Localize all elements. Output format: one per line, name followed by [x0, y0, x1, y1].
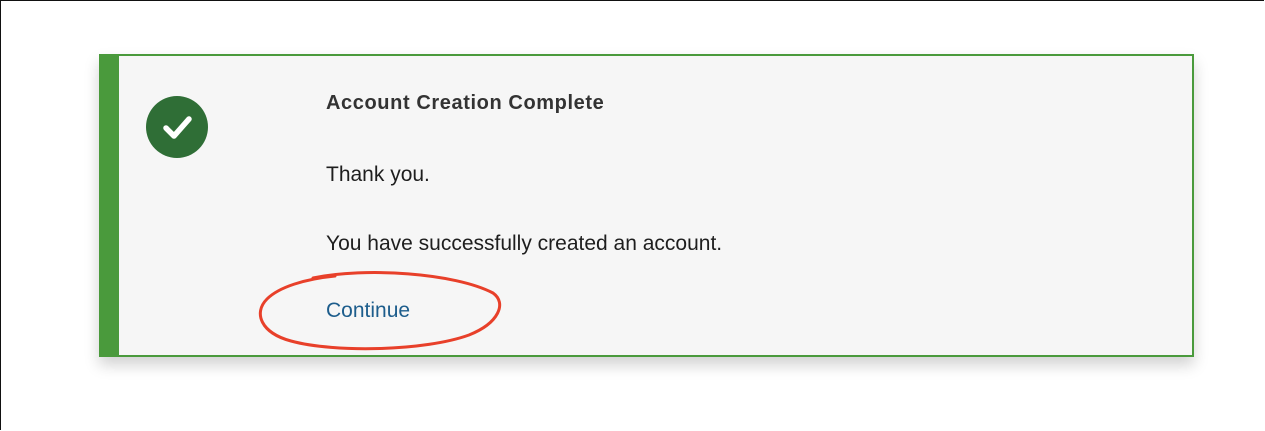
alert-message-thanks: Thank you. [326, 163, 430, 186]
check-circle-icon [146, 96, 208, 158]
alert-message-success: You have successfully created an account… [326, 232, 723, 255]
success-alert: Account Creation Complete Thank you. You… [99, 54, 1194, 357]
alert-title: Account Creation Complete [326, 92, 605, 114]
continue-link[interactable]: Continue [326, 299, 410, 323]
